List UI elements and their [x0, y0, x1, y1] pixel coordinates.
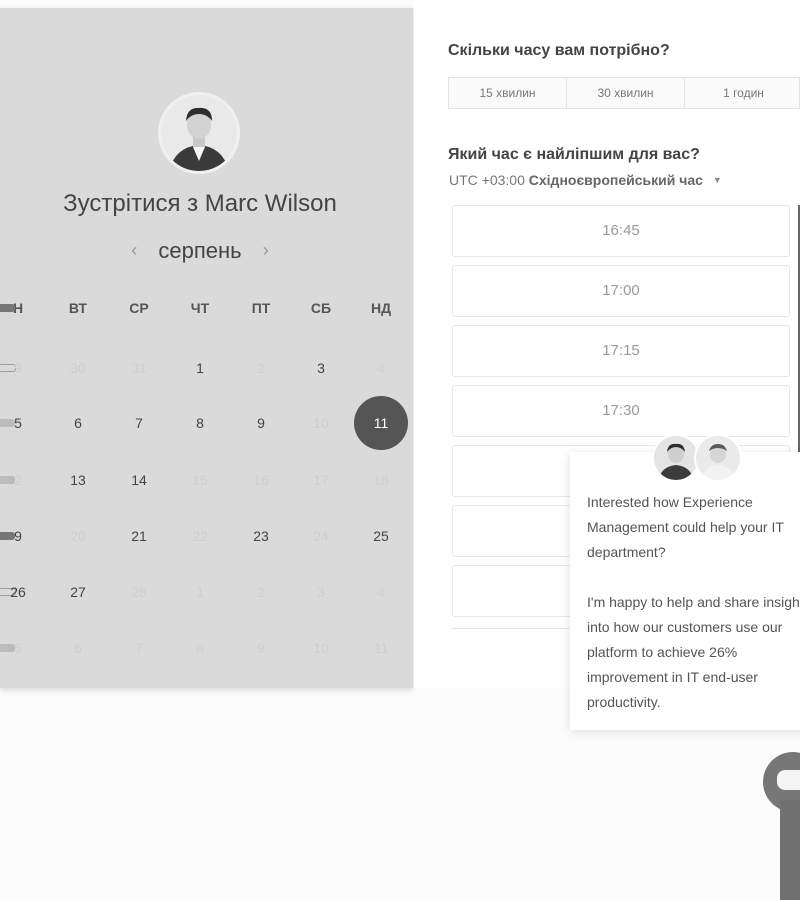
calendar-day[interactable]: 14: [109, 465, 169, 495]
calendar-day: 10: [313, 640, 329, 656]
calendar-day: 8: [196, 640, 204, 656]
calendar-day: 2: [14, 472, 22, 488]
calendar-day[interactable]: 13: [48, 465, 108, 495]
calendar-day[interactable]: 27: [48, 577, 108, 607]
weekday-5: СБ: [310, 300, 332, 316]
weekday-4: ПТ: [251, 300, 271, 316]
timezone-offset: UTC +03:00: [449, 172, 525, 188]
calendar-day: 9: [257, 640, 265, 656]
calendar-day[interactable]: 7: [109, 408, 169, 438]
weekday-1: ВТ: [68, 300, 88, 316]
timezone-name: Східноєвропейський час: [528, 172, 703, 188]
time-slot[interactable]: 17:00: [452, 265, 790, 317]
calendar-day: 15: [192, 472, 208, 488]
calendar-day: 7: [135, 640, 143, 656]
calendar-day[interactable]: 11: [351, 408, 411, 438]
calendar-day: 28: [131, 584, 147, 600]
calendar-day[interactable]: 9: [0, 521, 48, 551]
time-question: Який час є найліпшим для вас?: [448, 146, 700, 163]
chat-popup[interactable]: Interested how Experience Management cou…: [570, 434, 800, 730]
calendar-day: 20: [70, 528, 86, 544]
calendar-day: 5: [14, 640, 22, 656]
calendar-day[interactable]: 5: [0, 408, 48, 438]
chat-message: Interested how Experience Management cou…: [587, 490, 800, 715]
calendar-day: 2: [257, 584, 265, 600]
calendar-day[interactable]: 25: [351, 521, 411, 551]
chat-message-intro: Interested how Experience Management cou…: [587, 494, 784, 560]
calendar-day[interactable]: 21: [109, 521, 169, 551]
calendar-day: 4: [377, 584, 385, 600]
chevron-right-icon[interactable]: ›: [254, 240, 278, 261]
duration-option-30[interactable]: 30 хвилин: [567, 78, 685, 108]
agent-avatar-2: [694, 434, 742, 482]
calendar-day: 11: [373, 640, 389, 656]
duration-selector: 15 хвилин 30 хвилин 1 годин: [448, 77, 800, 109]
weekday-2: СР: [129, 300, 149, 316]
calendar-day: 1: [196, 584, 204, 600]
calendar-day: 31: [131, 360, 147, 376]
calendar-day[interactable]: 6: [48, 408, 108, 438]
month-label: серпень: [158, 238, 242, 263]
calendar-day[interactable]: 26: [0, 577, 48, 607]
month-navigation: ‹ серпень ›: [0, 238, 400, 264]
calendar-card: Зустрітися з Marc Wilson ‹ серпень › Н ВТ…: [0, 8, 413, 688]
calendar-day: 4: [377, 360, 385, 376]
duration-option-15[interactable]: 15 хвилин: [449, 78, 567, 108]
chevron-left-icon[interactable]: ‹: [122, 240, 146, 261]
time-slot[interactable]: 16:45: [452, 205, 790, 257]
time-slot[interactable]: 17:15: [452, 325, 790, 377]
calendar-day: 22: [192, 528, 208, 544]
avatar-icon: [161, 95, 237, 171]
agent-avatar-1: [652, 434, 700, 482]
calendar-day: 10: [313, 415, 329, 431]
calendar-day[interactable]: 1: [170, 353, 230, 383]
calendar-day: 2: [257, 360, 265, 376]
monday-marker: [0, 304, 15, 312]
calendar-day[interactable]: 3: [291, 353, 351, 383]
avatar-icon: [654, 436, 698, 480]
weekday-3: ЧТ: [190, 300, 210, 316]
meeting-title: Зустрітися з Marc Wilson: [63, 190, 337, 217]
calendar-day[interactable]: 9: [231, 408, 291, 438]
calendar-day: 16: [253, 472, 269, 488]
calendar-day: 6: [74, 640, 82, 656]
timezone-selector[interactable]: UTC +03:00 Східноєвропейський час ▼: [449, 172, 722, 188]
calendar-day: 30: [70, 360, 86, 376]
duration-question: Скільки часу вам потрібно?: [448, 42, 670, 59]
calendar-day: 24: [313, 528, 329, 544]
time-slot[interactable]: 17:30: [452, 385, 790, 437]
calendar-day[interactable]: 23: [231, 521, 291, 551]
chat-widget-edge: [780, 800, 800, 900]
calendar-day: 9: [14, 360, 22, 376]
calendar-day: 3: [317, 584, 325, 600]
caret-down-icon: ▼: [712, 175, 722, 185]
calendar-day[interactable]: 8: [170, 408, 230, 438]
chat-bubble-icon: [777, 770, 800, 790]
duration-option-60[interactable]: 1 годин: [685, 78, 800, 108]
calendar-day: 18: [373, 472, 389, 488]
chat-message-body: I'm happy to help and share insight into…: [587, 594, 800, 710]
avatar-icon: [696, 436, 740, 480]
weekday-6: НД: [370, 300, 392, 316]
host-avatar: [158, 92, 240, 174]
calendar-day: 17: [313, 472, 329, 488]
